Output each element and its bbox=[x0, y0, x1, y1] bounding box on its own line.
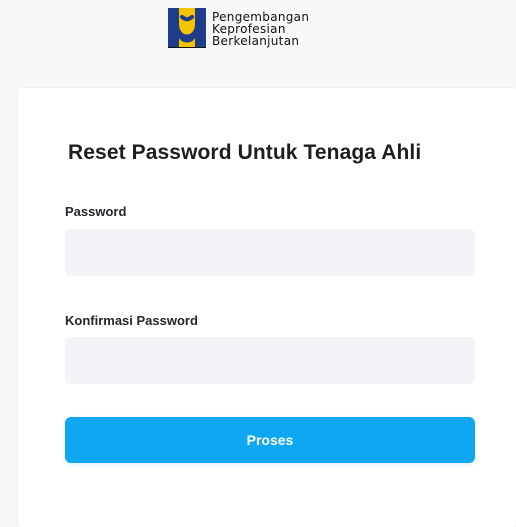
brand-line-2: Keprofesian bbox=[212, 21, 286, 36]
confirm-password-label: Konfirmasi Password bbox=[65, 313, 198, 328]
proses-button[interactable]: Proses bbox=[65, 417, 475, 463]
password-input[interactable] bbox=[65, 229, 475, 276]
page-title: Reset Password Untuk Tenaga Ahli bbox=[68, 141, 422, 164]
brand-text: Pengembangan Keprofesian Berkelanjutan bbox=[212, 11, 309, 47]
reset-password-page: Pengembangan Keprofesian Berkelanjutan R… bbox=[0, 0, 516, 527]
confirm-password-input[interactable] bbox=[65, 337, 475, 384]
password-label: Password bbox=[65, 204, 127, 219]
brand-header: Pengembangan Keprofesian Berkelanjutan bbox=[168, 8, 309, 48]
brand-line-1: Pengembangan bbox=[212, 9, 310, 24]
pu-logo-icon bbox=[168, 8, 206, 48]
reset-password-card: Reset Password Untuk Tenaga Ahli Passwor… bbox=[18, 88, 516, 527]
brand-line-3: Berkelanjutan bbox=[212, 33, 300, 48]
